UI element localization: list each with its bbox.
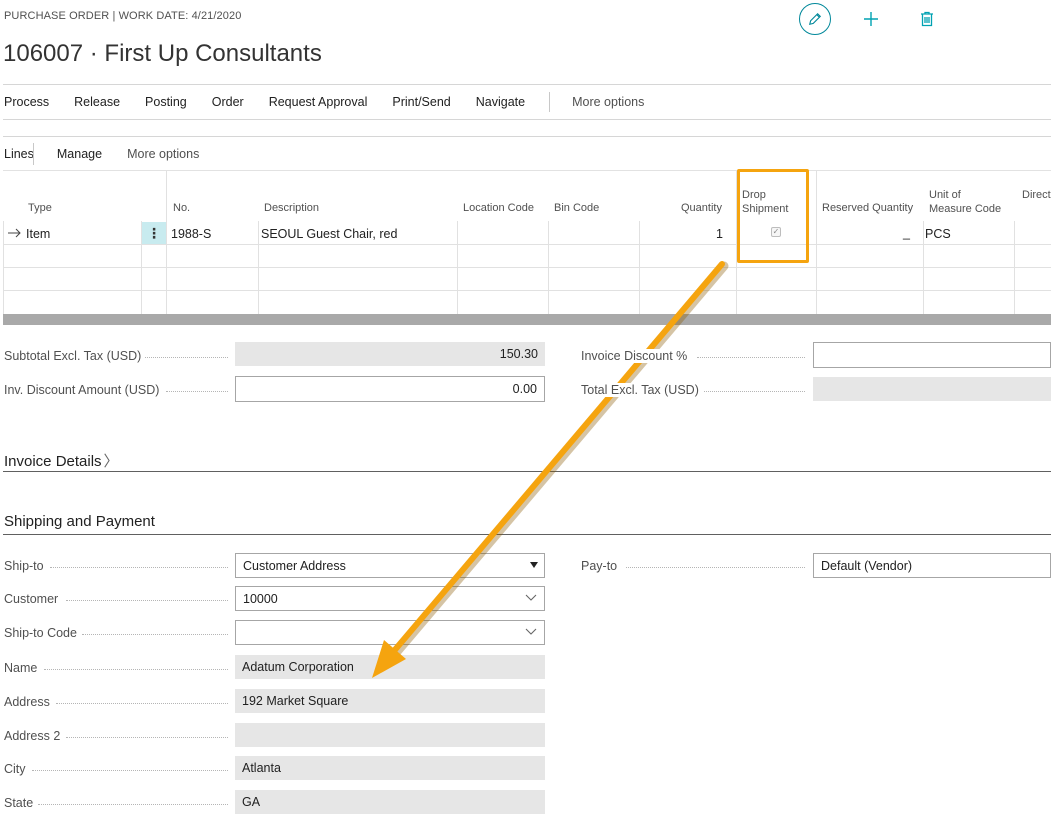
customer-label: Customer xyxy=(4,592,63,606)
subtotal-label: Subtotal Excl. Tax (USD) xyxy=(4,349,146,363)
inv-discount-amount-label: Inv. Discount Amount (USD) xyxy=(4,383,164,397)
annotation-arrow xyxy=(372,261,729,678)
address-label: Address xyxy=(4,695,54,709)
ship-to-label: Ship-to xyxy=(4,559,48,573)
city-label: City xyxy=(4,762,30,776)
ship-to-code-label: Ship-to Code xyxy=(4,626,81,640)
total-excl-tax-label: Total Excl. Tax (USD) xyxy=(581,383,703,397)
address2-label: Address 2 xyxy=(4,729,65,743)
pay-to-label: Pay-to xyxy=(581,559,622,573)
name-label: Name xyxy=(4,661,42,675)
state-label: State xyxy=(4,796,38,810)
invoice-discount-pct-label: Invoice Discount % xyxy=(581,349,692,363)
